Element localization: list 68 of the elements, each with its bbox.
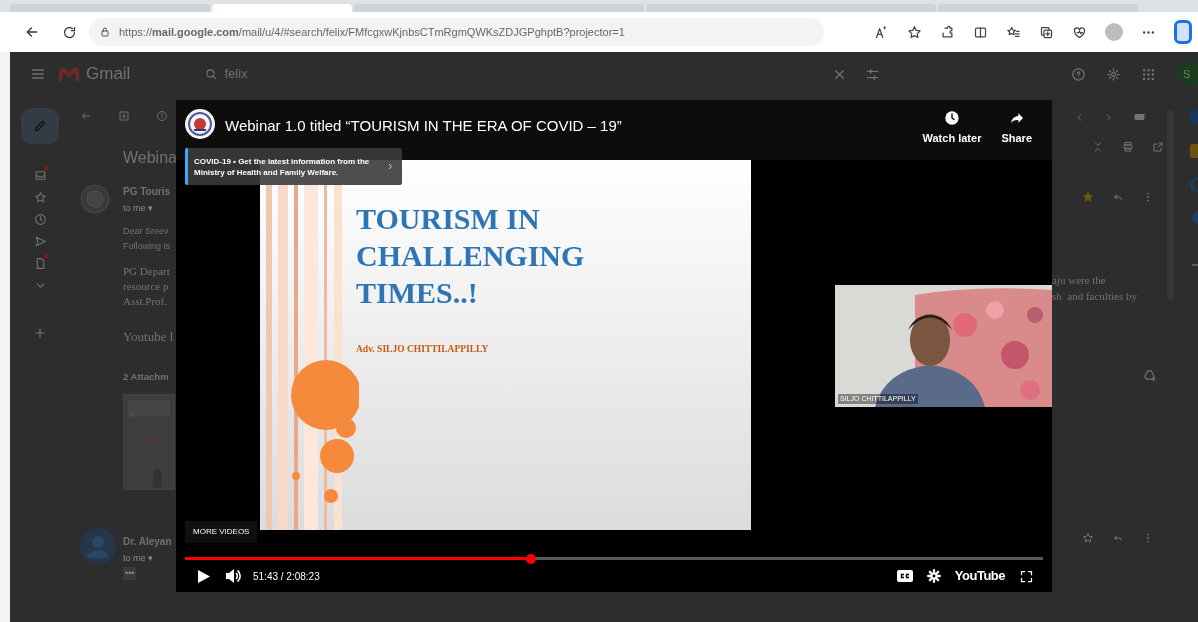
address-bar[interactable]: https://mail.google.com/mail/u/4/#search/felix/FMfcgxwKjnbsCTmRgmQWKsZDJGPghptB?projector=1 xyxy=(89,18,824,46)
share-arrow-icon xyxy=(1008,110,1025,126)
open-in-new-window-icon[interactable] xyxy=(1152,141,1164,153)
slide-author: Adv. SILJO CHITTILAPPILLY xyxy=(356,343,490,356)
attachments-heading: 2 Attachm xyxy=(123,370,169,384)
play-icon[interactable] xyxy=(198,569,210,583)
watch-later-button[interactable]: Watch later xyxy=(922,110,982,147)
slide-title: TOURISM IN CHALLENGING TIMES..! xyxy=(356,201,585,311)
profile-avatar[interactable] xyxy=(1105,23,1123,41)
apps-grid-icon[interactable] xyxy=(1141,66,1156,82)
youtube-logo[interactable]: YouTube xyxy=(954,566,1005,586)
filter-icon[interactable] xyxy=(865,66,881,82)
copilot-icon[interactable] xyxy=(1174,20,1192,44)
help-icon[interactable] xyxy=(1071,66,1086,82)
email-text: aju were the sh and faculties by xyxy=(1052,273,1138,304)
info-icon[interactable] xyxy=(156,110,168,122)
url-text: https://mail.google.com/mail/u/4/#search/felix/FMfcgxwKjnbsCTmRgmQWKsZDJGPghptB?projector=1 xyxy=(119,24,625,40)
app-name: Gmail xyxy=(86,63,131,86)
add-to-drive-icon[interactable] xyxy=(1143,368,1157,382)
search-icon xyxy=(204,67,219,81)
favorites-icon[interactable] xyxy=(1006,24,1021,40)
video-player[interactable] xyxy=(176,100,1052,592)
read-aloud-icon[interactable] xyxy=(874,24,889,40)
clock-icon xyxy=(943,110,960,126)
gmail-logo-icon xyxy=(58,65,80,83)
video-title[interactable]: Webinar 1.0 titled “TOURISM IN THE ERA OF COVID – 19” xyxy=(225,115,622,138)
recipient-label[interactable]: to me ▾ xyxy=(123,202,153,216)
pencil-icon xyxy=(32,118,48,134)
recipient-label[interactable]: to me ▾ xyxy=(123,552,153,566)
inbox-icon xyxy=(33,168,47,182)
sender-avatar xyxy=(80,528,116,565)
print-icon[interactable] xyxy=(1122,141,1134,153)
star-icon[interactable] xyxy=(1082,532,1094,544)
collections-icon[interactable] xyxy=(1039,24,1054,40)
chevron-right-icon xyxy=(386,162,395,171)
captions-icon[interactable] xyxy=(896,570,913,582)
keyboard-icon[interactable] xyxy=(1132,111,1148,123)
banner-text: COVID-19 • Get the latest information from the Ministry of Health and Family Welfare. xyxy=(194,155,371,178)
clock-icon xyxy=(33,212,47,226)
channel-logo-icon[interactable] xyxy=(184,108,216,140)
email-subject: Webina xyxy=(123,148,177,168)
more-videos-button[interactable]: MORE VIDEOS xyxy=(185,521,258,543)
menu-icon[interactable] xyxy=(30,66,46,82)
star-icon[interactable] xyxy=(1082,191,1094,203)
split-screen-icon[interactable] xyxy=(973,24,988,40)
scrubber-handle[interactable] xyxy=(525,553,536,564)
volume-icon[interactable] xyxy=(226,569,242,583)
info-banner[interactable]: COVID-19 • Get the latest information from the Ministry of Health and Family Welfare. xyxy=(185,148,402,185)
email-text: Youtube l xyxy=(123,327,175,346)
email-text: PG Depart resource p Asst.Prof. xyxy=(123,263,171,309)
sender-name: Dr. Aleyan xyxy=(123,535,172,550)
sender-name: PG Touris xyxy=(123,185,172,199)
health-heart-icon[interactable] xyxy=(1072,24,1087,40)
share-button[interactable]: Share xyxy=(1001,110,1032,147)
fullscreen-icon[interactable] xyxy=(1019,568,1034,584)
search-value: felix xyxy=(224,65,248,84)
reload-icon[interactable] xyxy=(62,24,77,40)
archive-icon[interactable] xyxy=(118,110,130,122)
send-icon xyxy=(33,234,47,248)
star-icon xyxy=(33,190,47,204)
favorite-star-icon[interactable] xyxy=(907,24,922,40)
sender-avatar xyxy=(80,184,110,214)
time-display: 51:43 / 2:08:23 xyxy=(253,569,320,584)
lock-icon xyxy=(99,26,111,38)
collapse-icon[interactable] xyxy=(1092,141,1104,153)
back-icon[interactable] xyxy=(24,24,40,40)
progress-track[interactable] xyxy=(185,557,1043,560)
compose-button[interactable] xyxy=(21,108,59,144)
